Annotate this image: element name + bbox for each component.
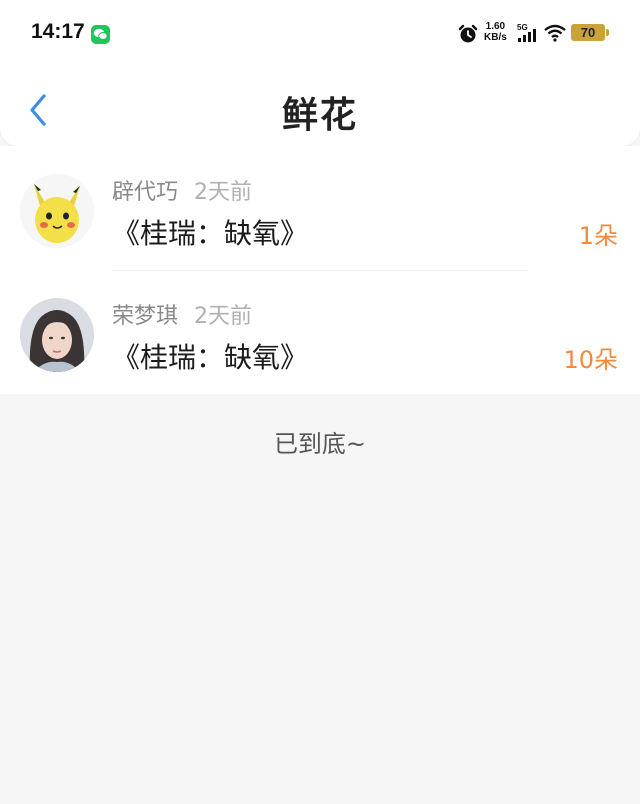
sent-time: 2天前	[194, 180, 253, 205]
cellular-signal-icon: 5G	[517, 22, 539, 48]
sender-name: 辟代巧	[112, 180, 179, 205]
flower-quantity: 1朵	[578, 222, 618, 250]
flower-record-list: 辟代巧 2天前 《桂瑞：缺氧》 1朵 荣梦琪 2天前 《桂瑞：缺氧》 10朵	[0, 146, 640, 394]
net-speed-value: 1.60	[485, 21, 506, 32]
battery-level: 70	[580, 25, 596, 40]
list-item[interactable]: 辟代巧 2天前 《桂瑞：缺氧》 1朵	[0, 146, 640, 270]
pikachu-avatar-icon	[20, 174, 94, 248]
gift-title: 《桂瑞：缺氧》	[112, 217, 309, 250]
page-title: 鲜花	[281, 95, 358, 136]
sender-line: 荣梦琪 2天前	[112, 298, 252, 330]
status-bar: 14:17 1.60 KB/s 5G 70	[0, 0, 640, 68]
sent-time: 2天前	[194, 304, 253, 329]
wechat-notification-icon	[91, 25, 110, 44]
end-of-list-text: 已到底~	[273, 430, 367, 458]
gift-title: 《桂瑞：缺氧》	[112, 341, 309, 374]
top-header: 14:17 1.60 KB/s 5G 70 鲜花	[0, 0, 640, 146]
sender-line: 辟代巧 2天前	[112, 174, 252, 206]
photo-avatar-icon	[20, 298, 94, 372]
sender-name: 荣梦琪	[112, 304, 179, 329]
network-speed: 1.60 KB/s	[484, 21, 507, 43]
status-time: 14:17	[31, 20, 85, 43]
list-item[interactable]: 荣梦琪 2天前 《桂瑞：缺氧》 10朵	[0, 270, 640, 394]
battery-icon: 70	[571, 24, 609, 41]
network-type-label: 5G	[517, 23, 528, 32]
net-speed-unit: KB/s	[484, 32, 507, 43]
avatar[interactable]	[20, 298, 94, 372]
flower-quantity: 10朵	[563, 346, 618, 374]
avatar[interactable]	[20, 174, 94, 248]
wifi-icon	[543, 24, 567, 46]
alarm-clock-icon	[457, 23, 479, 49]
